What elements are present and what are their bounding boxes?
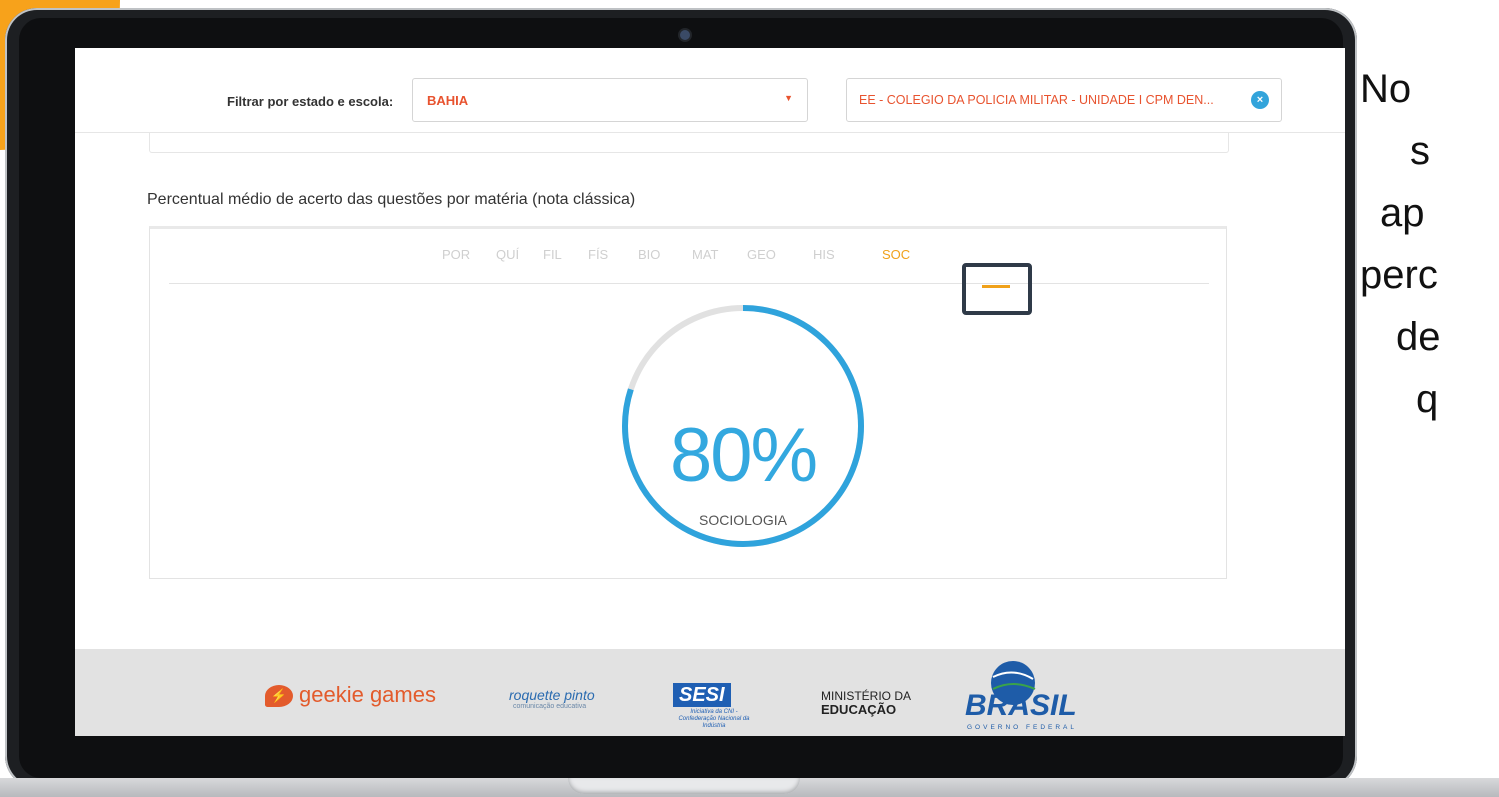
side-caption-line: ap [1380, 191, 1425, 235]
laptop-base-notch [568, 778, 800, 794]
section-title: Percentual médio de acerto das questões … [147, 191, 636, 208]
geekie-logo-text: geekie games [299, 682, 436, 707]
sesi-logo: SESI [673, 683, 731, 707]
clear-icon[interactable]: × [1251, 91, 1269, 109]
side-caption: No s ap perc de q [1360, 58, 1499, 430]
brasil-subtitle: GOVERNO FEDERAL [967, 724, 1077, 731]
camera-icon [680, 30, 690, 40]
previous-card-edge [149, 132, 1229, 153]
filter-bar: Filtrar por estado e escola: BAHIA ▼ EE … [75, 48, 1345, 133]
sesi-logo-text: SESI [679, 684, 725, 706]
percent-ring [622, 305, 864, 547]
roquette-pinto-logo: roquette pinto comunicação educativa [509, 687, 595, 710]
footer-logos: ⚡ geekie games roquette pinto comunicação… [75, 649, 1345, 736]
subject-chart-card: POR QUÍ FIL FÍS BIO MAT GEO HIS SOC 80% … [149, 226, 1227, 579]
mec-line2: EDUCAÇÃO [821, 702, 897, 717]
mec-line1: MINISTÉRIO DA [821, 689, 912, 703]
percent-value: 80% [669, 413, 818, 498]
brasil-globe-icon: BRASIL GOVERNO FEDERAL [965, 661, 1077, 731]
filter-label: Filtrar por estado e escola: [227, 94, 394, 109]
side-caption-line: q [1416, 377, 1439, 421]
brasil-government-logo: BRASIL GOVERNO FEDERAL [945, 659, 1125, 736]
side-caption-line: de [1396, 315, 1441, 359]
state-select[interactable]: BAHIA ▼ [412, 78, 808, 122]
state-select-value: BAHIA [427, 93, 469, 108]
school-select[interactable]: EE - COLEGIO DA POLICIA MILITAR - UNIDAD… [846, 78, 1282, 122]
brasil-logo-text: BRASIL [965, 689, 1077, 722]
mec-logo: MINISTÉRIO DA EDUCAÇÃO [821, 690, 911, 717]
geekie-games-logo: ⚡ geekie games [265, 682, 436, 708]
lightning-icon: ⚡ [265, 685, 293, 708]
app-screen: Filtrar por estado e escola: BAHIA ▼ EE … [75, 48, 1345, 736]
roquette-subtitle: comunicação educativa [513, 703, 587, 710]
roquette-logo-text: roquette pinto [509, 687, 595, 703]
sesi-subtitle: Iniciativa da CNI - Confederação Naciona… [678, 709, 750, 729]
dropdown-caret-icon: ▼ [784, 93, 793, 103]
school-select-value: EE - COLEGIO DA POLICIA MILITAR - UNIDAD… [859, 93, 1214, 107]
subject-label: SOCIOLOGIA [699, 512, 787, 528]
side-caption-line: No [1360, 67, 1412, 111]
side-caption-line: s [1410, 129, 1430, 173]
side-caption-line: perc [1360, 253, 1438, 297]
